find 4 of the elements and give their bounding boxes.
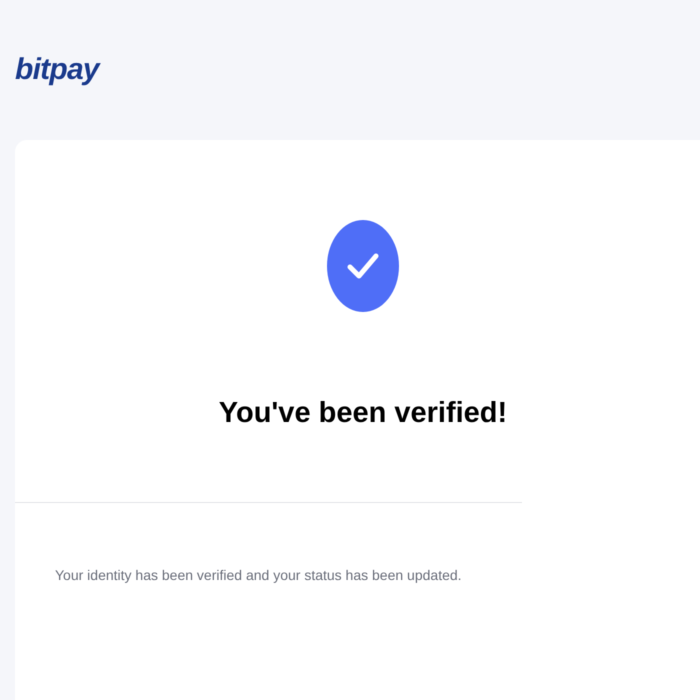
- card-title: You've been verified!: [218, 396, 508, 431]
- status-message: Your identity has been verified and your status has been updated.: [55, 566, 463, 585]
- check-icon: [327, 220, 399, 312]
- brand-logo: bitpay: [15, 52, 99, 88]
